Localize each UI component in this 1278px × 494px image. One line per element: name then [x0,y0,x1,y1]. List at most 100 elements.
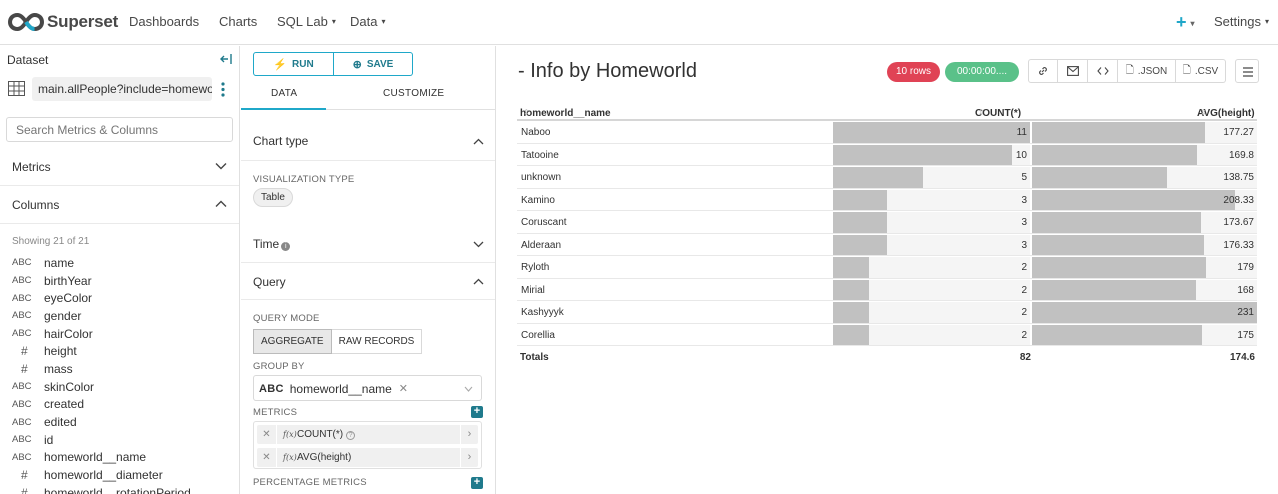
add-metric-icon[interactable]: + [471,406,483,418]
nav-charts[interactable]: Charts [219,14,257,29]
cell-value: 168 [1237,284,1254,296]
column-item[interactable]: ABC hairColor [12,325,232,343]
cell-value: 3 [1021,239,1027,251]
lightning-icon: ⚡ [273,58,288,71]
embed-code-button[interactable] [1088,59,1118,83]
group-by-value: homeworld__name [289,381,392,396]
search-metrics-input[interactable] [6,117,233,142]
column-item[interactable]: # height [12,342,232,360]
cell-value: 177.27 [1223,127,1254,138]
value-bar [1032,257,1207,278]
cell-value: 5 [1021,172,1027,183]
column-item[interactable]: ABC homeworld__name [12,449,232,467]
column-item[interactable]: ABC gender [12,307,232,325]
email-button[interactable] [1058,59,1088,83]
dataset-name[interactable]: main.allPeople?include=homeworld [32,77,212,101]
cell-avg-height: 231 [1032,302,1257,323]
file-excel-icon: 🗋 [1182,64,1191,76]
run-button[interactable]: ⚡ RUN [253,52,334,76]
metric-item[interactable]: ✕ f(x) AVG(height) › [257,448,478,467]
cell-value: 2 [1021,307,1027,318]
add-percentage-metric-icon[interactable]: + [471,477,483,489]
column-item[interactable]: ABC eyeColor [12,289,232,307]
copy-link-button[interactable] [1028,59,1058,83]
columns-count: Showing 21 of 21 [12,236,90,247]
time-section-header[interactable]: Time i [241,226,495,263]
nav-data-label: Data [350,14,378,29]
nav-data[interactable]: Data ▾ [350,14,385,29]
control-tabs: DATA CUSTOMIZE [241,81,495,110]
metrics-section-header[interactable]: Metrics [0,148,239,186]
save-button[interactable]: ⊕ SAVE [334,52,413,76]
sort-icon: ⇕ [978,108,985,117]
remove-metric-icon[interactable]: ✕ [257,448,277,467]
sort-icon: ⇕ [1200,108,1207,117]
nav-dashboards[interactable]: Dashboards [129,14,199,29]
column-name: homeworld__diameter [44,468,163,483]
column-item[interactable]: ABC name [12,254,232,272]
remove-metric-icon[interactable]: ✕ [257,425,277,444]
settings-menu[interactable]: Settings ▾ [1214,14,1269,29]
cell-homeworld-name: Alderaan [521,239,562,251]
more-actions-button[interactable] [1235,59,1259,83]
question-icon: ? [346,431,356,440]
chart-type-section-header[interactable]: Chart type [241,110,495,161]
value-bar [1032,167,1168,188]
cell-avg-height: 177.27 [1032,122,1257,143]
cell-avg-height: 168 [1032,279,1257,300]
viz-type-selector[interactable]: Table [253,188,293,207]
group-by-select[interactable]: ABC homeworld__name ✕ [253,375,482,401]
export-json-button[interactable]: 🗋 .JSON [1118,59,1176,83]
column-item[interactable]: ABC created [12,396,232,414]
chevron-down-icon: ▾ [331,17,336,26]
cell-count: 3 [833,189,1030,210]
value-bar [1032,324,1203,345]
chart-title[interactable]: - Info by Homeworld [518,60,697,83]
cell-homeworld-name: unknown [521,172,562,183]
table-totals-row: Totals 82 174.6 [517,346,1257,368]
column-item[interactable]: # homeworld__rotationPeriod [12,484,232,494]
string-type-icon: ABC [12,292,32,304]
raw-records-mode-button[interactable]: RAW RECORDS [331,329,423,354]
new-menu-button[interactable]: + ▾ [1176,12,1195,33]
query-section-header[interactable]: Query [241,263,495,300]
value-bar [1032,144,1198,165]
aggregate-mode-button[interactable]: AGGREGATE [253,329,332,354]
column-item[interactable]: ABC id [12,431,232,449]
more-options-icon[interactable] [219,81,227,98]
remove-tag-icon[interactable]: ✕ [399,382,408,395]
value-bar [1032,212,1202,233]
percentage-metrics-label: PERCENTAGE METRICS [253,477,367,488]
tab-data[interactable]: DATA [271,88,297,99]
metric-item[interactable]: ✕ f(x) COUNT(*)? › [257,425,478,444]
nav-sql-lab-label: SQL Lab [277,14,328,29]
column-name: id [44,432,54,447]
column-name: homeworld__rotationPeriod [44,485,191,494]
metric-label: AVG(height) [297,452,352,463]
column-name: edited [44,415,77,430]
cell-count: 3 [833,234,1030,255]
string-type-icon: ABC [12,416,32,428]
column-item[interactable]: ABC birthYear [12,272,232,290]
tab-customize[interactable]: CUSTOMIZE [383,88,444,99]
export-csv-button[interactable]: 🗋 .CSV [1176,59,1226,83]
string-type-icon: ABC [12,434,32,446]
string-type-icon: ABC [12,451,32,463]
columns-section-header[interactable]: Columns [0,186,239,224]
group-by-label: GROUP BY [253,361,305,372]
cell-count: 5 [833,167,1030,188]
collapse-panel-icon[interactable] [219,52,233,66]
column-name: hairColor [44,326,93,341]
column-item[interactable]: # homeworld__diameter [12,466,232,484]
column-item[interactable]: # mass [12,360,232,378]
table-icon [8,81,25,96]
cell-value: 173.67 [1223,217,1254,228]
cell-homeworld-name: Kamino [521,194,555,206]
cell-avg-height: 179 [1032,257,1257,278]
column-item[interactable]: ABC edited [12,413,232,431]
cell-value: 2 [1021,329,1027,341]
cell-count: 2 [833,302,1030,323]
column-item[interactable]: ABC skinColor [12,378,232,396]
superset-logo[interactable]: Superset [8,11,118,33]
nav-sql-lab[interactable]: SQL Lab ▾ [277,14,336,29]
